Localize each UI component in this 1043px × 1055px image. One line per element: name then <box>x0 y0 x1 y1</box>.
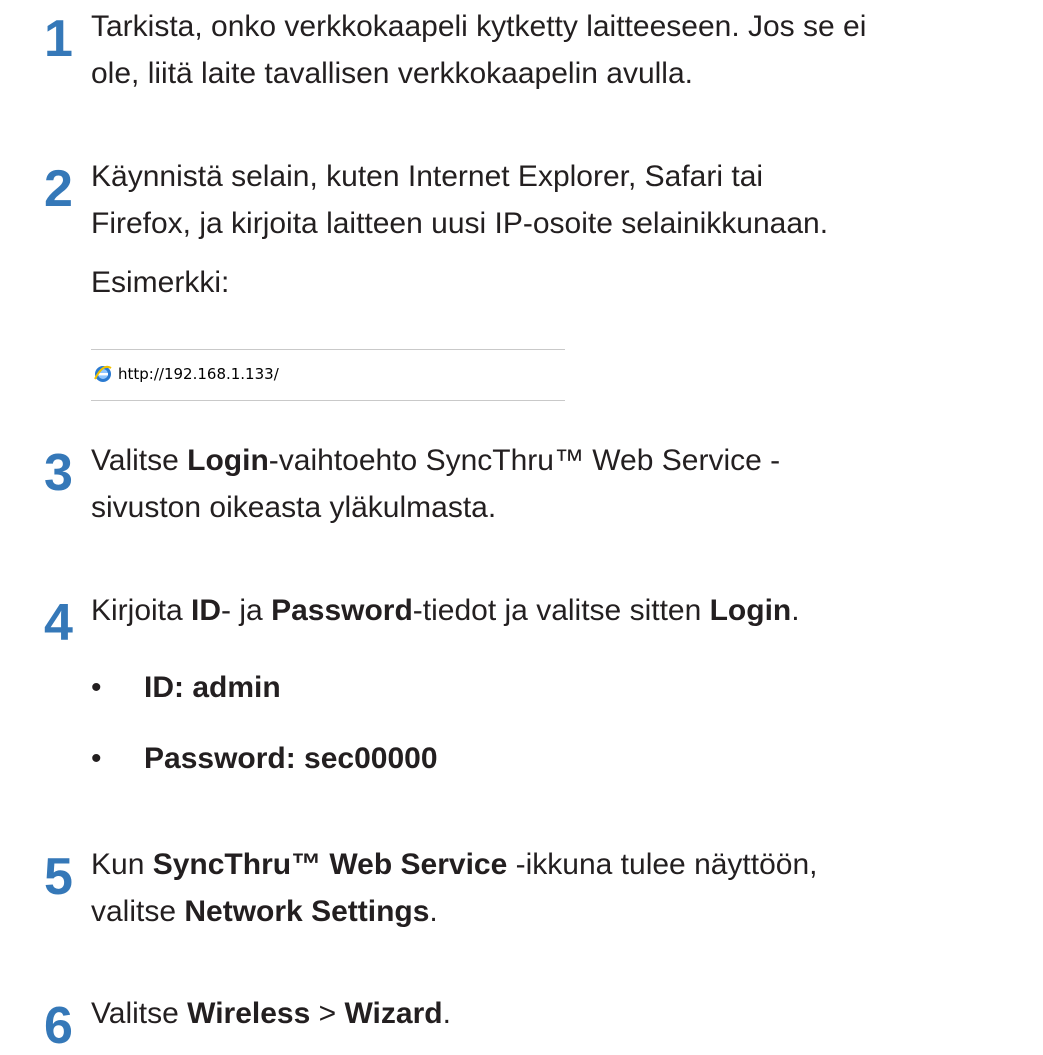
step-line: valitse Network Settings. <box>91 895 438 928</box>
step-number: 2 <box>44 160 73 218</box>
step-text: Valitse Wireless > Wizard. <box>91 990 1036 1037</box>
step-line: sivuston oikeasta yläkulmasta. <box>91 491 497 524</box>
step-line: Kun SyncThru™ Web Service -ikkuna tulee … <box>91 848 818 881</box>
step-text: Valitse Login-vaihtoehto SyncThru™ Web S… <box>91 437 1036 531</box>
step-line: Tarkista, onko verkkokaapeli kytketty la… <box>91 10 867 43</box>
bullet-symbol: • <box>91 742 102 775</box>
bold-term: ID <box>191 594 222 627</box>
step-text: Tarkista, onko verkkokaapeli kytketty la… <box>91 3 1036 97</box>
bold-term: Network Settings <box>184 895 430 928</box>
step-line: Valitse Wireless > Wizard. <box>91 997 451 1030</box>
step-number: 6 <box>44 997 73 1055</box>
example-label: Esimerkki: <box>91 266 230 299</box>
step-line: Valitse Login-vaihtoehto SyncThru™ Web S… <box>91 444 781 477</box>
browser-address-bar: http://192.168.1.133/ <box>91 349 565 401</box>
bullet-text: Password: sec00000 <box>144 742 438 775</box>
bold-term: Wireless <box>187 997 311 1030</box>
step-line: ole, liitä laite tavallisen verkkokaapel… <box>91 57 693 90</box>
bullet-text: ID: admin <box>144 671 281 704</box>
url-text: http://192.168.1.133/ <box>118 365 279 383</box>
step-line: Käynnistä selain, kuten Internet Explore… <box>91 160 764 193</box>
step-text: Kun SyncThru™ Web Service -ikkuna tulee … <box>91 841 1036 935</box>
bullet-symbol: • <box>91 671 102 704</box>
bold-term: Password <box>271 594 413 627</box>
bold-term: Wizard <box>344 997 443 1030</box>
internet-explorer-icon <box>94 365 112 382</box>
step-number: 5 <box>44 848 73 906</box>
step-line: Kirjoita ID- ja Password-tiedot ja valit… <box>91 594 800 627</box>
step-number: 1 <box>44 10 73 68</box>
step-number: 3 <box>44 444 73 502</box>
step-text: Kirjoita ID- ja Password-tiedot ja valit… <box>91 587 1036 634</box>
step-line: Firefox, ja kirjoita laitteen uusi IP-os… <box>91 207 829 240</box>
bold-term: SyncThru™ Web Service <box>152 848 508 881</box>
step-number: 4 <box>44 594 73 652</box>
step-text: Käynnistä selain, kuten Internet Explore… <box>91 153 1036 306</box>
bold-term: Login <box>709 594 792 627</box>
bold-term: Login <box>187 444 269 477</box>
